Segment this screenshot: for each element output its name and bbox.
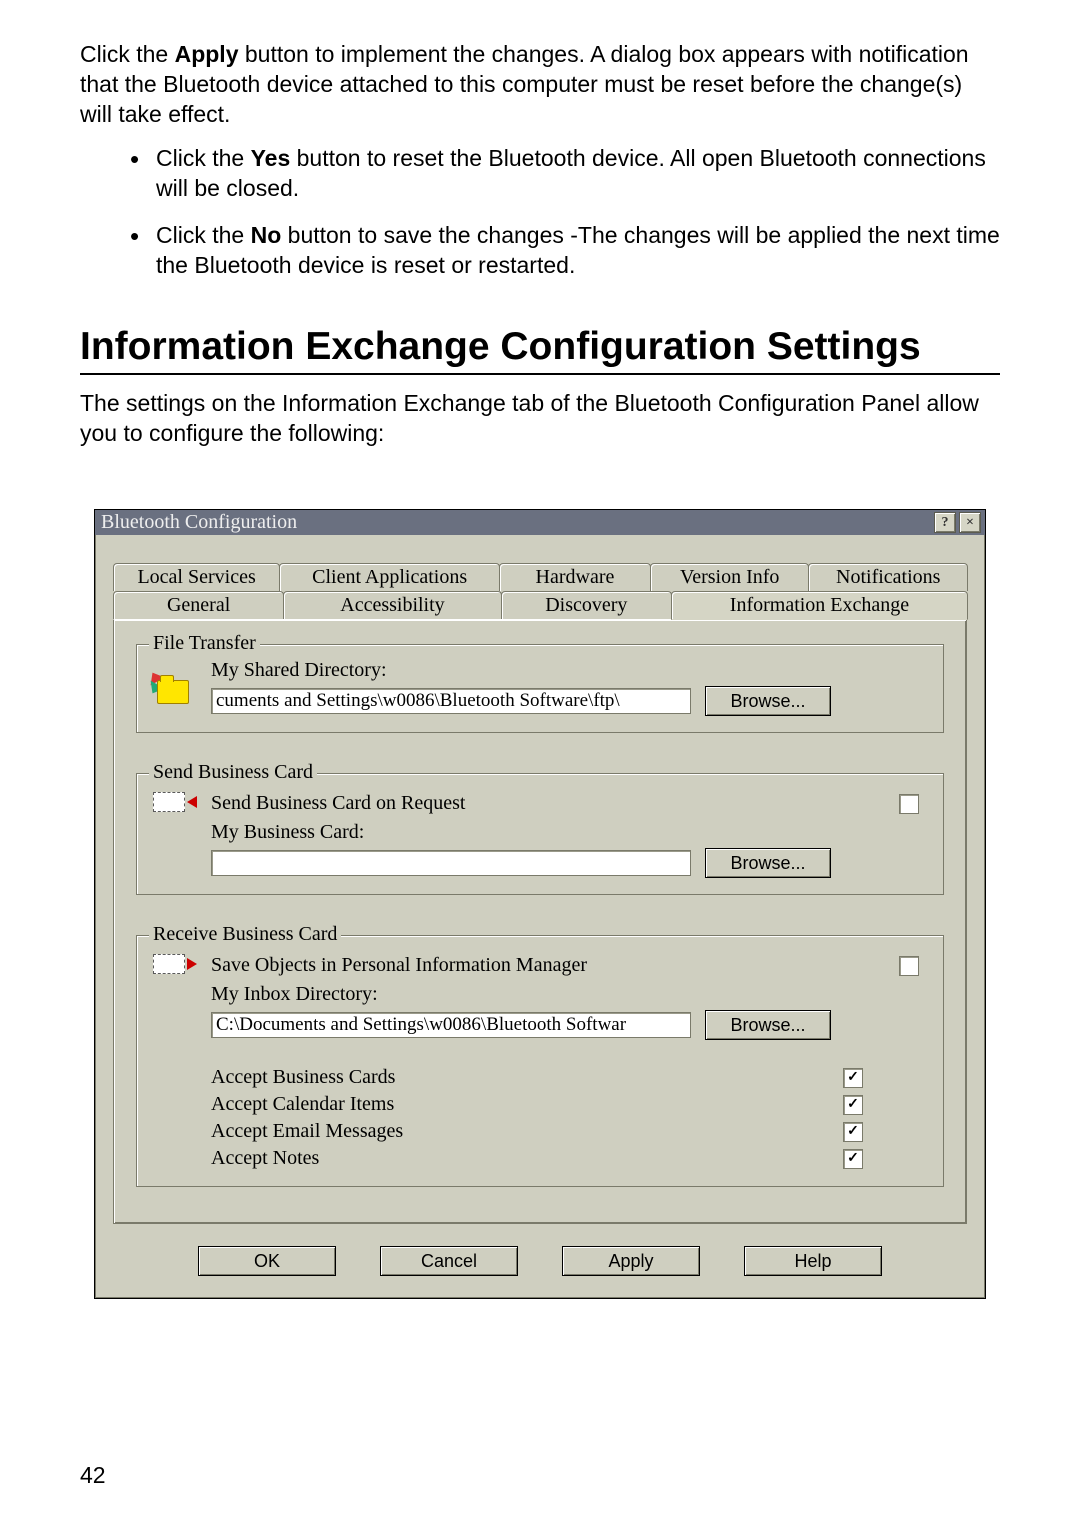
accept-business-cards-checkbox[interactable]: ✓: [843, 1068, 863, 1088]
group-legend: Receive Business Card: [149, 923, 341, 946]
accept-notes-checkbox[interactable]: ✓: [843, 1149, 863, 1169]
window-title: Bluetooth Configuration: [101, 511, 931, 534]
inbox-dir-input[interactable]: [211, 1012, 691, 1038]
text: Click the: [80, 41, 175, 67]
send-on-request-checkbox[interactable]: [899, 794, 919, 814]
browse-business-card-button[interactable]: Browse...: [705, 848, 831, 878]
section-heading: Information Exchange Configuration Setti…: [80, 325, 1000, 375]
group-legend: Send Business Card: [149, 761, 317, 784]
accept-notes-label: Accept Notes: [211, 1147, 319, 1170]
close-icon[interactable]: ×: [959, 512, 981, 533]
tab-strip: Local Services Client Applications Hardw…: [95, 535, 985, 619]
browse-inbox-button[interactable]: Browse...: [705, 1010, 831, 1040]
section-intro: The settings on the Information Exchange…: [80, 389, 1000, 449]
tab-row-1: Local Services Client Applications Hardw…: [113, 563, 967, 591]
dialog-button-bar: OK Cancel Apply Help: [95, 1246, 985, 1298]
group-legend: File Transfer: [149, 632, 260, 655]
accept-calendar-items-label: Accept Calendar Items: [211, 1093, 394, 1116]
tab-client-applications[interactable]: Client Applications: [279, 563, 500, 591]
tab-information-exchange[interactable]: Information Exchange: [671, 591, 968, 620]
save-in-pim-checkbox[interactable]: [899, 956, 919, 976]
bullet-item: Click the No button to save the changes …: [120, 221, 1000, 281]
help-icon[interactable]: ?: [934, 512, 956, 533]
accept-calendar-items-checkbox[interactable]: ✓: [843, 1095, 863, 1115]
tab-local-services[interactable]: Local Services: [113, 563, 280, 591]
bullet-list: Click the Yes button to reset the Blueto…: [120, 144, 1000, 282]
intro-paragraph: Click the Apply button to implement the …: [80, 40, 1000, 130]
accept-email-messages-checkbox[interactable]: ✓: [843, 1122, 863, 1142]
accept-email-messages-label: Accept Email Messages: [211, 1120, 403, 1143]
tab-notifications[interactable]: Notifications: [808, 563, 968, 591]
my-business-card-input[interactable]: [211, 850, 691, 876]
cancel-button[interactable]: Cancel: [380, 1246, 518, 1276]
inbox-dir-label: My Inbox Directory:: [211, 983, 919, 1006]
no-word: No: [251, 222, 282, 248]
file-transfer-icon: [151, 670, 211, 706]
text: button to save the changes -The changes …: [156, 222, 1000, 278]
tab-row-2: General Accessibility Discovery Informat…: [113, 591, 967, 619]
apply-button[interactable]: Apply: [562, 1246, 700, 1276]
browse-shared-dir-button[interactable]: Browse...: [705, 686, 831, 716]
page: Click the Apply button to implement the …: [0, 0, 1080, 1529]
group-receive-business-card: Receive Business Card Save Objects in Pe…: [136, 935, 944, 1187]
tab-discovery[interactable]: Discovery: [501, 591, 672, 619]
receive-card-icon: [151, 950, 211, 978]
send-on-request-label: Send Business Card on Request: [211, 792, 465, 815]
shared-dir-input[interactable]: [211, 688, 691, 714]
tab-body: File Transfer My Shared Directory: Brows…: [113, 619, 967, 1224]
tab-general[interactable]: General: [113, 591, 284, 619]
help-button[interactable]: Help: [744, 1246, 882, 1276]
yes-word: Yes: [251, 145, 291, 171]
tab-accessibility[interactable]: Accessibility: [283, 591, 501, 619]
titlebar[interactable]: Bluetooth Configuration ? ×: [95, 510, 985, 535]
shared-dir-label: My Shared Directory:: [211, 659, 919, 682]
text: Click the: [156, 145, 251, 171]
accept-business-cards-label: Accept Business Cards: [211, 1066, 395, 1089]
page-number: 42: [80, 1462, 106, 1489]
bluetooth-config-dialog: Bluetooth Configuration ? × Local Servic…: [94, 509, 986, 1299]
tab-version-info[interactable]: Version Info: [650, 563, 810, 591]
group-send-business-card: Send Business Card Send Business Card on…: [136, 773, 944, 895]
tab-hardware[interactable]: Hardware: [499, 563, 651, 591]
group-file-transfer: File Transfer My Shared Directory: Brows…: [136, 644, 944, 733]
send-card-icon: [151, 788, 211, 816]
my-business-card-label: My Business Card:: [211, 821, 919, 844]
apply-word: Apply: [175, 41, 239, 67]
ok-button[interactable]: OK: [198, 1246, 336, 1276]
bullet-item: Click the Yes button to reset the Blueto…: [120, 144, 1000, 204]
text: Click the: [156, 222, 251, 248]
save-in-pim-label: Save Objects in Personal Information Man…: [211, 954, 587, 977]
